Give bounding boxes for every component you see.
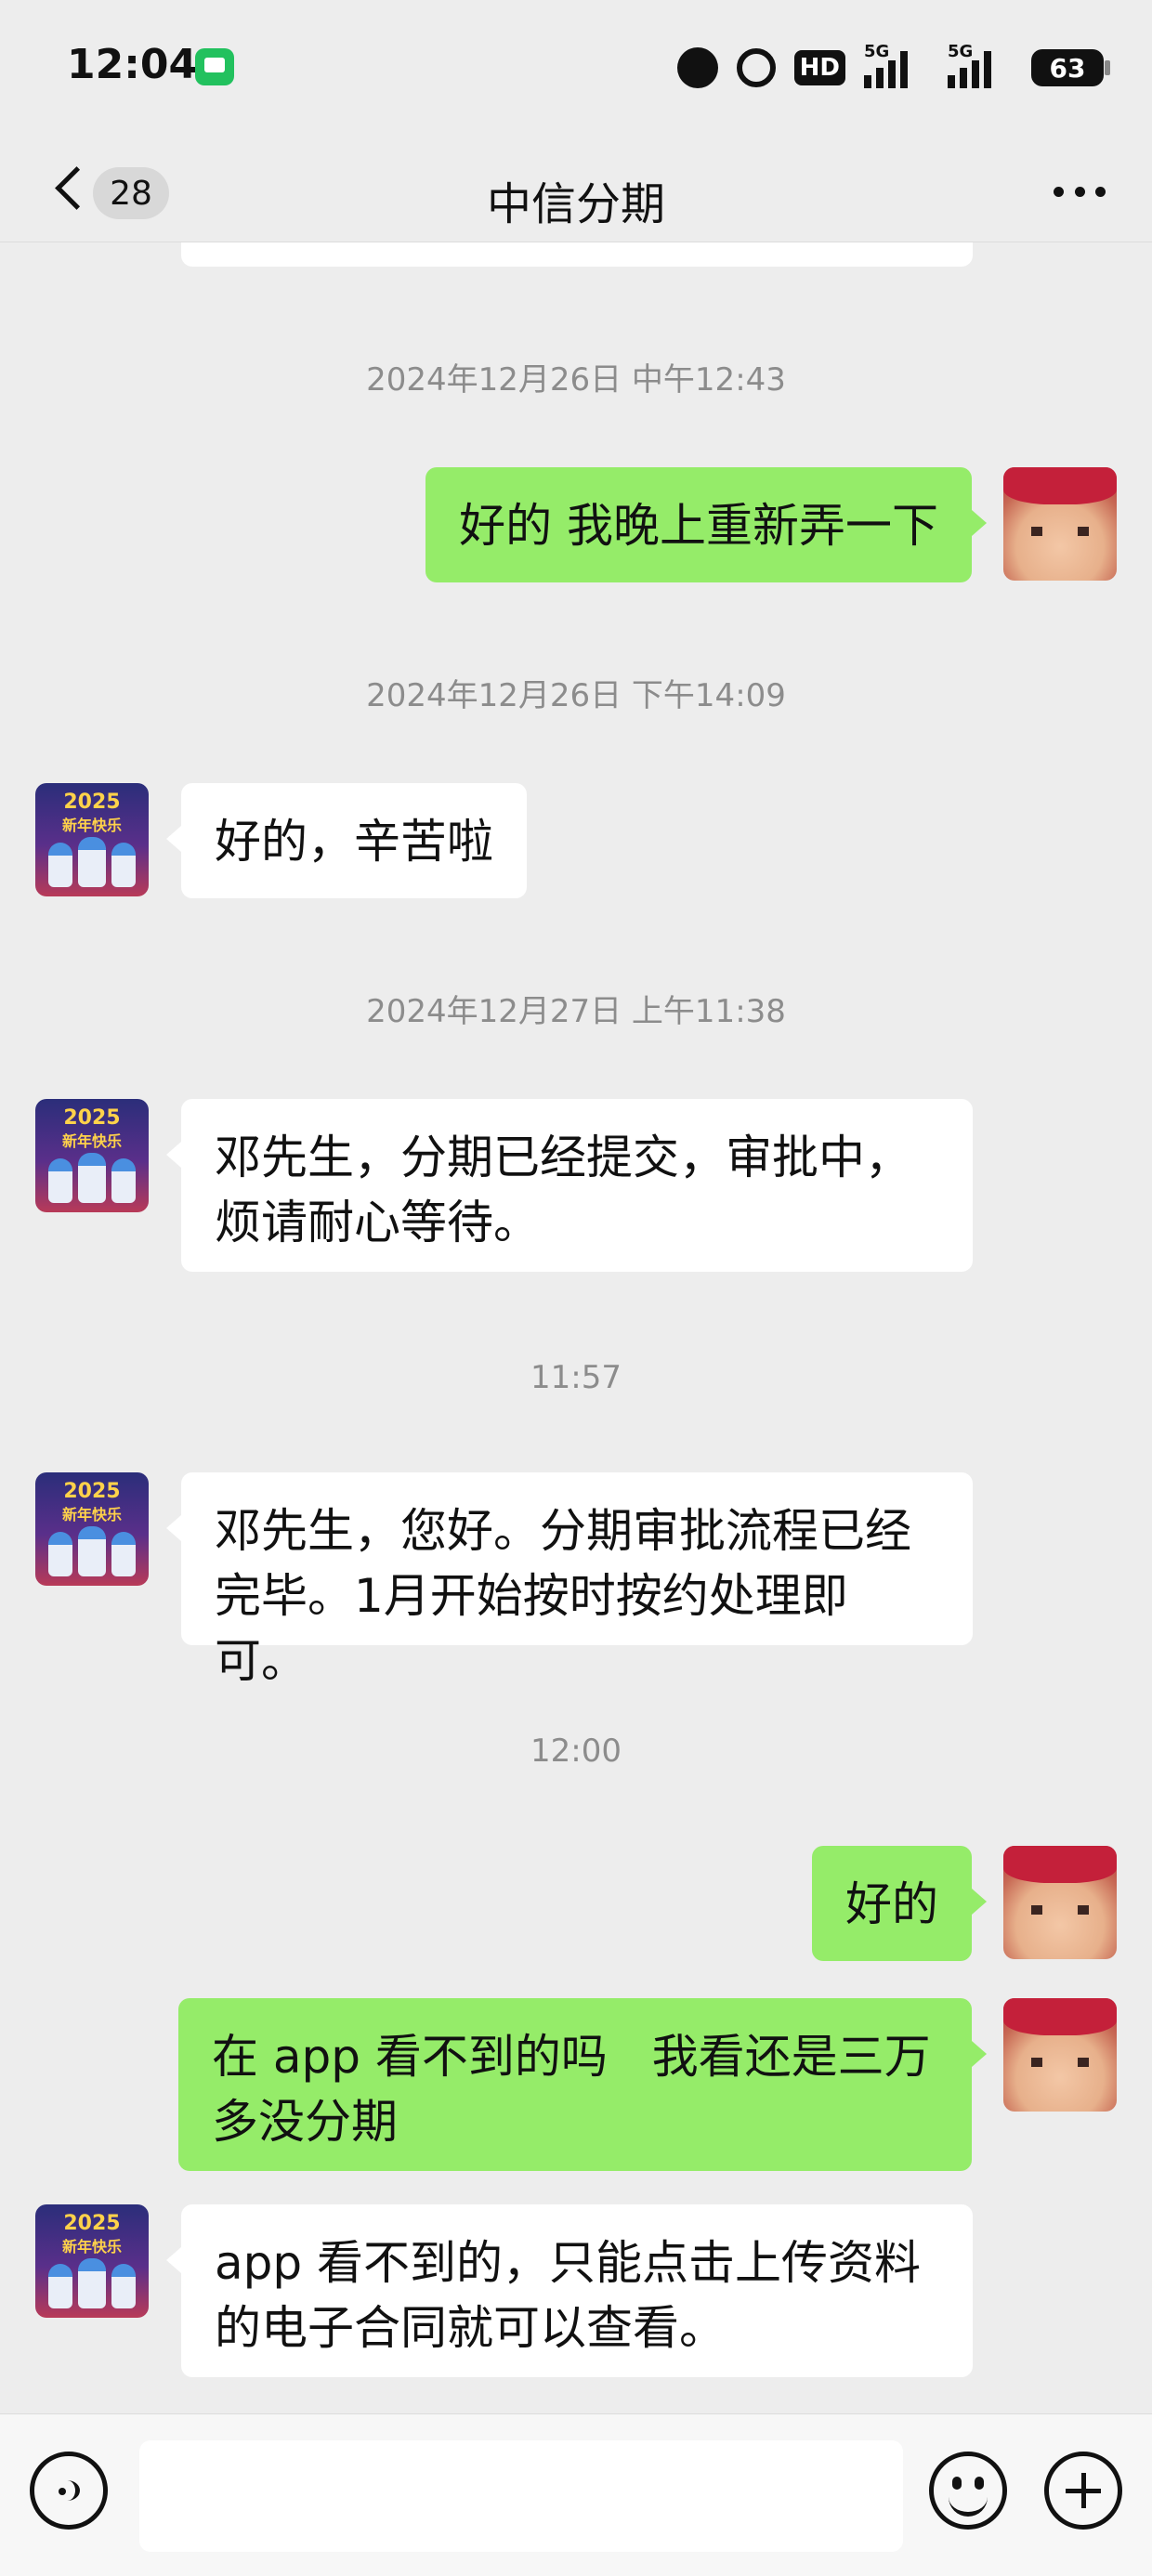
signal-icon: 5G <box>864 42 929 88</box>
user-avatar[interactable] <box>1003 467 1117 581</box>
hd-icon: HD <box>793 50 845 85</box>
alarm-icon <box>736 48 776 87</box>
avatar-greeting-text: 新年快乐 <box>61 1506 122 1523</box>
message-text: 好的 <box>845 1877 938 1931</box>
more-horizontal-icon[interactable] <box>1054 186 1106 197</box>
timestamp: 2024年12月26日 下午14:09 <box>366 677 786 714</box>
message-text: 好的，辛苦啦 <box>215 815 493 869</box>
message-bubble-outgoing[interactable]: 在 app 看不到的吗 我看还是三万 多没分期 <box>178 1998 987 2171</box>
nav-bar: 28 中信分期 <box>0 139 1152 242</box>
timestamp: 11:57 <box>530 1359 622 1396</box>
contact-avatar[interactable]: 2025 新年快乐 <box>35 2204 149 2318</box>
message-bubble-incoming[interactable]: 邓先生，分期已经提交，审批中， 烦请耐心等待。 <box>166 1099 973 1272</box>
battery-icon: 63 <box>1031 49 1110 86</box>
message-bubble-incoming[interactable]: app 看不到的，只能点击上传资料 的电子合同就可以查看。 <box>166 2204 973 2377</box>
speedometer-icon <box>676 47 718 88</box>
signal-label: 5G <box>864 42 890 61</box>
partial-message-bubble <box>181 242 973 267</box>
status-bar: 12:04 HD 5G 5G 63 <box>0 0 1152 139</box>
voice-icon[interactable] <box>30 2452 108 2530</box>
avatar-greeting-text: 新年快乐 <box>61 2238 122 2256</box>
message-text: 邓先生，分期已经提交，审批中， 烦请耐心等待。 <box>215 1131 911 1249</box>
timestamp: 2024年12月26日 中午12:43 <box>366 361 786 399</box>
contact-avatar[interactable]: 2025 新年快乐 <box>35 1472 149 1586</box>
user-avatar[interactable] <box>1003 1846 1117 1959</box>
message-text: 在 app 看不到的吗 我看还是三万 多没分期 <box>212 2030 931 2149</box>
message-text: 好的 我晚上重新弄一下 <box>459 499 938 553</box>
chat-messages[interactable]: 2024年12月26日 中午12:43 好的 我晚上重新弄一下 2024年12月… <box>0 242 1152 2413</box>
message-bubble-incoming[interactable]: 好的，辛苦啦 <box>166 783 527 898</box>
emoji-icon[interactable] <box>929 2452 1007 2530</box>
avatar-greeting-text: 新年快乐 <box>61 817 122 834</box>
signal-label: 5G <box>948 42 974 61</box>
message-text: app 看不到的，只能点击上传资料 的电子合同就可以查看。 <box>215 2236 922 2355</box>
message-bubble-outgoing[interactable]: 好的 <box>812 1846 987 1961</box>
avatar-year-text: 2025 <box>63 791 121 814</box>
contact-avatar[interactable]: 2025 新年快乐 <box>35 1099 149 1212</box>
user-avatar[interactable] <box>1003 1998 1117 2112</box>
input-bar <box>0 2413 1152 2576</box>
avatar-year-text: 2025 <box>63 2212 121 2235</box>
message-bubble-incoming[interactable]: 邓先生，您好。分期审批流程已经 完毕。1月开始按时按约处理即可。 <box>166 1472 973 1688</box>
messages-notification-icon <box>195 48 234 85</box>
status-icons: HD 5G 5G 63 <box>676 42 1110 91</box>
avatar-year-text: 2025 <box>63 1480 121 1503</box>
avatar-year-text: 2025 <box>63 1106 121 1130</box>
message-bubble-outgoing[interactable]: 好的 我晚上重新弄一下 <box>425 467 987 582</box>
avatar-greeting-text: 新年快乐 <box>61 1132 122 1150</box>
signal-icon: 5G <box>948 42 1013 88</box>
message-text: 邓先生，您好。分期审批流程已经 完毕。1月开始按时按约处理即可。 <box>215 1504 911 1688</box>
chat-title: 中信分期 <box>486 178 665 230</box>
contact-avatar[interactable]: 2025 新年快乐 <box>35 783 149 896</box>
timestamp: 2024年12月27日 上午11:38 <box>366 993 786 1030</box>
message-input[interactable] <box>139 2440 903 2552</box>
timestamp: 12:00 <box>530 1733 622 1770</box>
status-time: 12:04 <box>67 41 198 88</box>
plus-icon[interactable] <box>1044 2452 1122 2530</box>
